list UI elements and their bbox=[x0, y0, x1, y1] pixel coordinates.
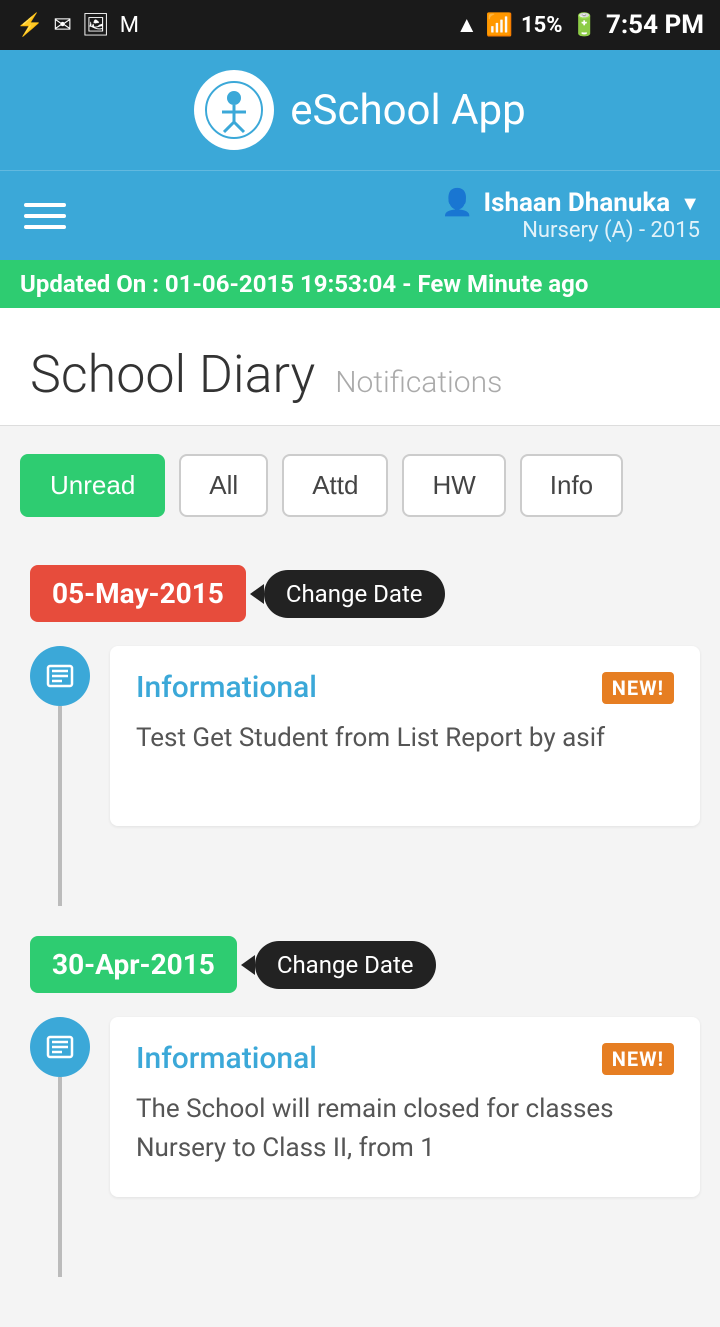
timeline-vert-line bbox=[58, 1077, 62, 1277]
timeline-item: Informational NEW! Test Get Student from L… bbox=[20, 646, 700, 906]
diary-card[interactable]: Informational NEW! Test Get Student from L… bbox=[110, 646, 700, 826]
new-badge: NEW! bbox=[602, 1043, 674, 1075]
user-info[interactable]: 👤 Ishaan Dhanuka ▼ Nursery (A) - 2015 bbox=[441, 188, 700, 243]
gmail-icon: M bbox=[120, 13, 139, 38]
timeline-vert-line bbox=[58, 706, 62, 906]
filter-btn-info[interactable]: Info bbox=[520, 454, 623, 517]
hamburger-line bbox=[24, 203, 66, 207]
change-date-tooltip[interactable]: Change Date bbox=[264, 570, 445, 618]
card-content: Test Get Student from List Report by asi… bbox=[136, 719, 674, 758]
card-header: Informational NEW! bbox=[136, 1041, 674, 1076]
page-title: School Diary bbox=[30, 344, 315, 405]
wifi-icon: ▲ bbox=[456, 12, 478, 38]
timeline: 05-May-2015 Change Date Informational NEW! T… bbox=[0, 545, 720, 1327]
card-content: The School will remain closed for classe… bbox=[136, 1090, 674, 1168]
filter-row: UnreadAllAttdHWInfo bbox=[0, 426, 720, 545]
timeline-line-col bbox=[20, 1017, 100, 1277]
update-text: Updated On : 01-06-2015 19:53:04 - Few M… bbox=[20, 270, 588, 298]
new-badge: NEW! bbox=[602, 672, 674, 704]
page-title-row: School Diary Notifications bbox=[0, 308, 720, 426]
user-avatar-icon: 👤 bbox=[441, 188, 473, 218]
card-type: Informational bbox=[136, 670, 317, 705]
filter-btn-all[interactable]: All bbox=[179, 454, 268, 517]
status-left-icons: ⚡ ✉ 🖼 M bbox=[16, 13, 139, 38]
status-right-icons: ▲ 📶 15% 🔋 7:54 PM bbox=[456, 10, 704, 40]
card-type: Informational bbox=[136, 1041, 317, 1076]
signal-icon: 📶 bbox=[486, 13, 513, 38]
update-banner: Updated On : 01-06-2015 19:53:04 - Few M… bbox=[0, 260, 720, 308]
user-name: Ishaan Dhanuka bbox=[484, 188, 671, 218]
timeline-circle-icon bbox=[30, 1017, 90, 1077]
battery-icon: 🔋 bbox=[571, 13, 598, 38]
filter-btn-hw[interactable]: HW bbox=[402, 454, 505, 517]
page-subtitle: Notifications bbox=[335, 365, 502, 400]
timeline-line-col bbox=[20, 646, 100, 906]
hamburger-line bbox=[24, 225, 66, 229]
date-badge: 30-Apr-2015 bbox=[30, 936, 237, 993]
date-badge: 05-May-2015 bbox=[30, 565, 246, 622]
timeline-item: Informational NEW! The School will remain … bbox=[20, 1017, 700, 1277]
battery-percent: 15% bbox=[521, 13, 563, 38]
nav-bar: 👤 Ishaan Dhanuka ▼ Nursery (A) - 2015 bbox=[0, 170, 720, 260]
status-bar: ⚡ ✉ 🖼 M ▲ 📶 15% 🔋 7:54 PM bbox=[0, 0, 720, 50]
app-title: eSchool App bbox=[290, 86, 525, 135]
app-logo bbox=[194, 70, 274, 150]
image-icon: 🖼 bbox=[82, 13, 110, 38]
date-row: 30-Apr-2015 Change Date bbox=[30, 936, 700, 993]
mail-icon: ✉ bbox=[53, 13, 71, 38]
filter-btn-unread[interactable]: Unread bbox=[20, 454, 165, 517]
app-header: eSchool App bbox=[0, 50, 720, 170]
status-time: 7:54 PM bbox=[606, 10, 704, 40]
usb-icon: ⚡ bbox=[16, 13, 43, 38]
chevron-down-icon: ▼ bbox=[680, 191, 700, 216]
date-row: 05-May-2015 Change Date bbox=[30, 565, 700, 622]
timeline-circle-icon bbox=[30, 646, 90, 706]
user-name-row: 👤 Ishaan Dhanuka ▼ bbox=[441, 188, 700, 218]
filter-btn-attd[interactable]: Attd bbox=[282, 454, 388, 517]
user-class: Nursery (A) - 2015 bbox=[522, 218, 700, 243]
hamburger-menu[interactable] bbox=[24, 203, 66, 229]
change-date-tooltip[interactable]: Change Date bbox=[255, 941, 436, 989]
card-header: Informational NEW! bbox=[136, 670, 674, 705]
diary-card[interactable]: Informational NEW! The School will remain … bbox=[110, 1017, 700, 1197]
hamburger-line bbox=[24, 214, 66, 218]
